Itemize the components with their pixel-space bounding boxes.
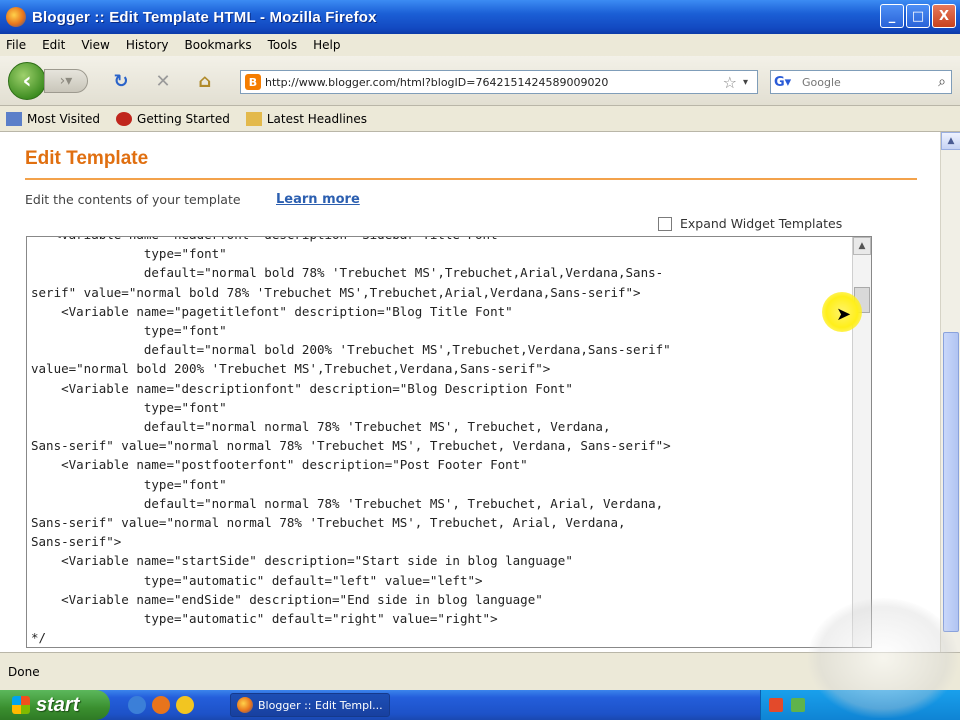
bookmarks-toolbar: Most Visited Getting Started Latest Head… (0, 106, 960, 132)
menu-help[interactable]: Help (313, 38, 340, 52)
page-scroll-thumb[interactable] (943, 332, 959, 632)
rss-folder-icon (245, 111, 262, 126)
close-button[interactable]: X (932, 4, 956, 28)
maximize-button[interactable]: □ (906, 4, 930, 28)
url-input[interactable] (265, 75, 717, 89)
menu-bar: File Edit View History Bookmarks Tools H… (0, 34, 960, 56)
code-line: serif" value="normal bold 78% 'Trebuchet… (31, 284, 641, 300)
forward-button[interactable]: ›▾ (44, 69, 88, 93)
menu-view[interactable]: View (81, 38, 109, 52)
learn-more-link[interactable]: Learn more (276, 192, 360, 207)
menu-file[interactable]: File (6, 38, 26, 52)
template-code[interactable]: <Variable name="headerfont" description=… (31, 237, 851, 647)
code-line: <Variable name="headerfont" description=… (31, 237, 851, 244)
watermark-logo (808, 598, 958, 718)
code-line: <Variable name="startSide" description="… (31, 553, 573, 569)
most-visited-icon (6, 111, 22, 126)
forward-arrow-icon: ›▾ (59, 73, 73, 89)
menu-bookmarks[interactable]: Bookmarks (185, 38, 252, 52)
code-line: type="automatic" default="left" value="l… (31, 572, 483, 588)
google-engine-icon[interactable]: G▾ (774, 75, 802, 90)
template-code-editor[interactable]: <Variable name="headerfont" description=… (26, 236, 872, 648)
menu-edit[interactable]: Edit (42, 38, 65, 52)
bookmark-getting-started[interactable]: Getting Started (116, 111, 230, 126)
stop-icon[interactable]: ✕ (152, 70, 174, 92)
bookmark-latest-headlines[interactable]: Latest Headlines (245, 111, 367, 126)
url-dropdown-icon[interactable]: ▾ (743, 77, 757, 88)
expand-widget-label: Expand Widget Templates (680, 216, 843, 231)
menu-tools[interactable]: Tools (268, 38, 298, 52)
back-button[interactable]: ‹ (8, 62, 46, 100)
mouse-pointer-icon: ➤ (836, 304, 852, 325)
home-icon[interactable]: ⌂ (194, 70, 216, 92)
search-bar[interactable]: G▾ ⌕ (770, 70, 952, 94)
blogger-favicon-icon: B (245, 74, 261, 90)
bookmark-most-visited[interactable]: Most Visited (6, 111, 100, 126)
code-line: type="font" (31, 399, 227, 415)
getting-started-icon (116, 111, 133, 126)
windows-logo-icon (12, 696, 30, 714)
window-title-bar: Blogger :: Edit Template HTML - Mozilla … (0, 0, 960, 34)
reload-icon[interactable]: ↻ (110, 70, 132, 92)
quick-launch (128, 696, 194, 714)
mouse-cursor-highlight: ➤ (822, 292, 862, 332)
window-title: Blogger :: Edit Template HTML - Mozilla … (32, 8, 377, 26)
taskbar-firefox-window[interactable]: Blogger :: Edit Templ... (230, 693, 390, 717)
navigation-toolbar: ‹ ›▾ ↻ ✕ ⌂ B ☆ ▾ G▾ ⌕ (0, 56, 960, 106)
menu-history[interactable]: History (126, 38, 169, 52)
code-line: type="font" (31, 246, 227, 262)
security-alert-icon[interactable] (769, 698, 783, 712)
code-line: */ (31, 630, 47, 646)
status-text: Done (8, 664, 40, 679)
firefox-quicklaunch-icon[interactable] (152, 696, 170, 714)
code-line: <Variable name="descriptionfont" descrip… (31, 380, 573, 396)
address-bar[interactable]: B ☆ ▾ (240, 70, 758, 94)
code-line: type="automatic" default="right" value="… (31, 611, 498, 627)
minimize-button[interactable]: _ (880, 4, 904, 28)
page-scroll-up-icon[interactable]: ▲ (941, 132, 960, 150)
code-line: <Variable name="endSide" description="En… (31, 591, 543, 607)
code-line: <Variable name="postfooterfont" descript… (31, 457, 528, 473)
page-title: Edit Template (25, 148, 149, 169)
code-line: default="normal normal 78% 'Trebuchet MS… (31, 419, 611, 435)
editor-scroll-up-icon[interactable]: ▲ (853, 237, 871, 255)
code-line: value="normal bold 200% 'Trebuchet MS',T… (31, 361, 551, 377)
code-line: default="normal bold 200% 'Trebuchet MS'… (31, 342, 671, 358)
code-line: type="font" (31, 323, 227, 339)
page-description: Edit the contents of your template (25, 192, 241, 207)
window-controls: _ □ X (880, 4, 956, 28)
page-content: Edit Template Edit the contents of your … (0, 132, 940, 652)
code-line: default="normal bold 78% 'Trebuchet MS',… (31, 265, 664, 281)
network-icon[interactable] (791, 698, 805, 712)
start-button[interactable]: start (0, 690, 110, 720)
code-line: type="font" (31, 476, 227, 492)
expand-widget-checkbox[interactable] (658, 216, 672, 231)
bookmark-star-icon[interactable]: ☆ (723, 73, 737, 92)
code-line: Sans-serif" value="normal normal 78% 'Tr… (31, 438, 671, 454)
expand-widget-templates[interactable]: Expand Widget Templates (658, 216, 842, 231)
ie-icon[interactable] (128, 696, 146, 714)
firefox-task-icon (237, 697, 253, 713)
back-arrow-icon: ‹ (22, 68, 32, 94)
messenger-icon[interactable] (176, 696, 194, 714)
search-icon[interactable]: ⌕ (938, 74, 946, 90)
code-line: <Variable name="pagetitlefont" descripti… (31, 303, 513, 319)
search-input[interactable] (802, 75, 939, 89)
title-divider (25, 178, 917, 180)
page-scrollbar[interactable]: ▲ (940, 132, 960, 652)
code-line: Sans-serif"> (31, 534, 122, 550)
code-line: default="normal normal 78% 'Trebuchet MS… (31, 495, 664, 511)
code-line: Sans-serif" value="normal normal 78% 'Tr… (31, 515, 626, 531)
firefox-icon (6, 7, 26, 27)
